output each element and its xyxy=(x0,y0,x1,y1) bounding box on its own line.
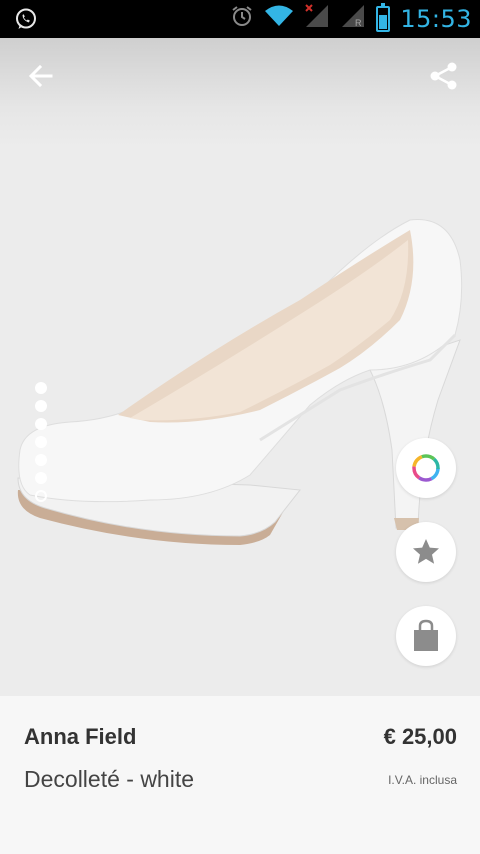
back-button[interactable] xyxy=(17,52,65,100)
page-dot[interactable] xyxy=(35,454,47,466)
page-dot[interactable] xyxy=(35,436,47,448)
product-image xyxy=(17,219,463,545)
page-dot-active[interactable] xyxy=(35,490,47,502)
alarm-icon xyxy=(230,4,254,33)
arrow-left-icon xyxy=(28,64,53,88)
signal-icon xyxy=(304,3,330,34)
favorite-button[interactable] xyxy=(396,522,456,582)
page-dot[interactable] xyxy=(35,418,47,430)
product-brand: Anna Field xyxy=(24,724,137,749)
product-price: € 25,00 xyxy=(383,724,457,749)
page-dot[interactable] xyxy=(35,382,47,394)
toolbar xyxy=(0,38,480,120)
product-info: Anna Field € 25,00 Decolleté - white I.V… xyxy=(0,696,480,854)
shopping-bag-icon xyxy=(414,619,438,651)
page-dot[interactable] xyxy=(35,400,47,412)
product-name: Decolleté - white xyxy=(24,766,195,792)
battery-icon xyxy=(376,2,391,32)
share-button[interactable] xyxy=(420,52,468,100)
svg-text:R: R xyxy=(355,18,362,28)
color-picker-icon xyxy=(412,454,440,482)
star-icon xyxy=(413,539,439,564)
page-indicator xyxy=(35,382,47,502)
share-icon xyxy=(430,62,457,90)
status-bar: R 15:53 xyxy=(0,0,480,38)
whatsapp-icon xyxy=(14,7,38,36)
vat-note: I.V.A. inclusa xyxy=(388,773,457,787)
signal-icon: R xyxy=(340,3,366,34)
add-to-cart-button[interactable] xyxy=(396,606,456,666)
clock: 15:53 xyxy=(400,4,472,33)
page-dot[interactable] xyxy=(35,472,47,484)
color-picker-button[interactable] xyxy=(396,438,456,498)
wifi-icon xyxy=(264,4,294,33)
